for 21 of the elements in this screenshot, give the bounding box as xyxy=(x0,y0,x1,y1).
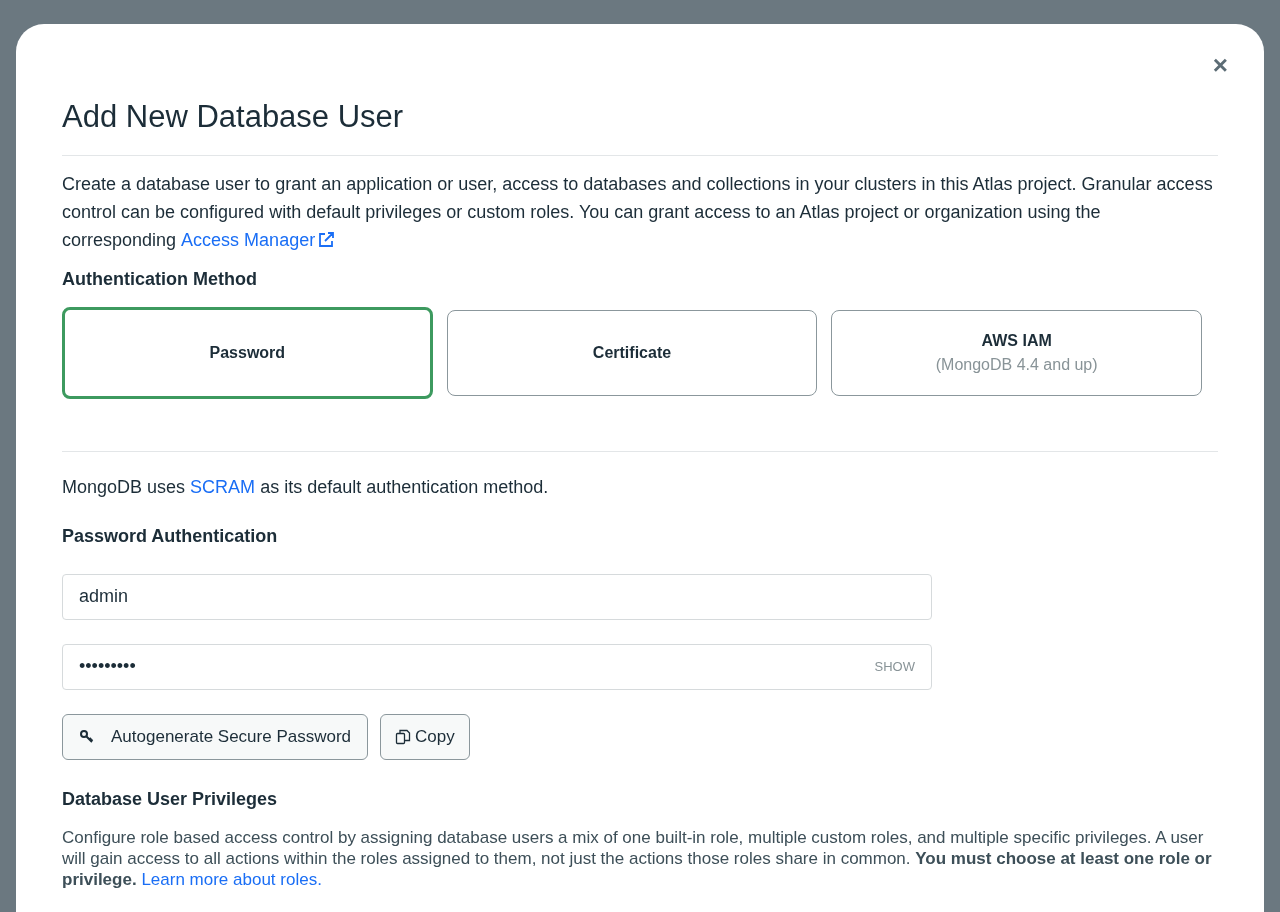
key-icon xyxy=(79,728,95,745)
autogenerate-password-button[interactable]: Autogenerate Secure Password xyxy=(62,713,369,760)
privileges-text: Configure role based access control by assigning database users a mix of one built-in role, multiple custom roles, and multiple specific privileges. A user will gain access to all actions within the roles assigned to them, not just the actions those roles share in common. You must choose at least one role or privilege. Learn more about roles. xyxy=(62,826,1213,890)
learn-more-link[interactable]: Learn more about roles. xyxy=(141,869,322,889)
section-heading: Authentication Method xyxy=(62,267,258,291)
scram-link[interactable]: SCRAM xyxy=(190,476,256,497)
section-heading: Password Authentication xyxy=(62,524,279,548)
dialog-title: Add New Database User xyxy=(62,94,1218,156)
auth-method-option[interactable]: Password xyxy=(62,306,433,399)
intro-text: Create a database user to grant an application or user, access to databases and collections in your clusters in this Atlas project. Granular access control can be configured with default privileges or custom roles. You can grant access to an Atlas project or organization using the corresponding Access Manager xyxy=(62,169,1218,254)
close-button[interactable]: × xyxy=(1212,52,1228,78)
access-manager-link[interactable]: Access Manager xyxy=(181,225,336,254)
copy-button[interactable]: Copy xyxy=(380,713,470,760)
auth-method-option[interactable]: AWS IAM (MongoDB 4.4 and up) xyxy=(831,309,1202,396)
password-field[interactable]: ••••••••• SHOW xyxy=(62,643,932,690)
copy-icon xyxy=(395,728,412,745)
scram-note: MongoDB uses SCRAM as its default authentication method. xyxy=(62,475,550,499)
external-link-icon xyxy=(317,230,336,249)
auth-method-option[interactable]: Certificate xyxy=(446,309,818,396)
section-heading: Database User Privileges xyxy=(62,787,279,811)
username-field[interactable]: admin xyxy=(62,573,932,620)
